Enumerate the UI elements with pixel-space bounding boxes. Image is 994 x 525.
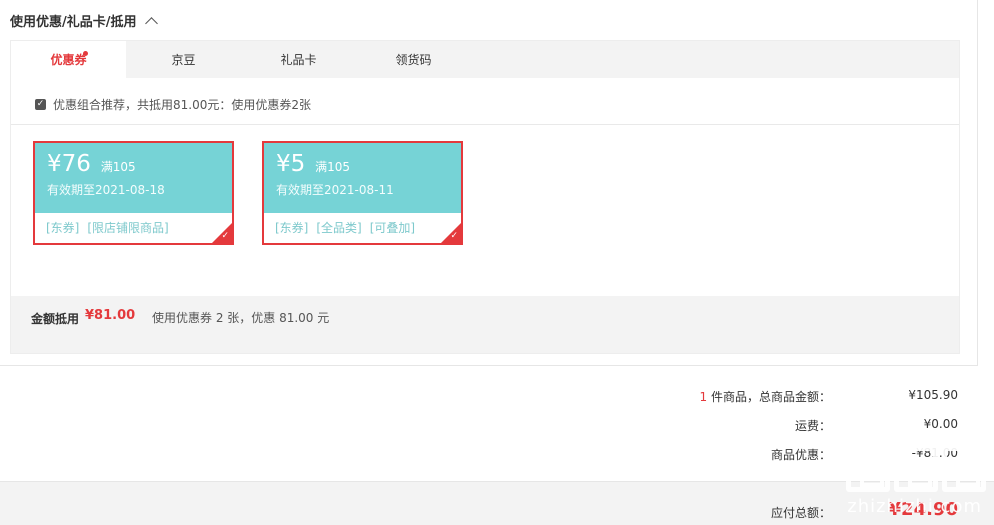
combo-checkbox[interactable]: ✓ xyxy=(35,99,46,110)
coupon-tag: [全品类] xyxy=(316,221,362,235)
coupon-tag: [限店铺限商品] xyxy=(87,221,169,235)
coupon-face: ¥76 满105 有效期至2021-08-18 xyxy=(35,143,232,213)
shipping-label: 运费： xyxy=(794,419,831,433)
shipping-row: 运费： ¥0.00 xyxy=(0,417,994,437)
summary-label: 金额抵用 xyxy=(31,312,80,326)
tab-redeem-code[interactable]: 领货码 xyxy=(356,41,471,79)
coupon-tag: [可叠加] xyxy=(369,221,416,235)
tab-coupons[interactable]: 优惠券 xyxy=(11,41,126,79)
check-icon: ✓ xyxy=(450,231,458,241)
shipping-value: ¥0.00 xyxy=(923,417,958,431)
coupon-condition: 满105 xyxy=(100,160,136,174)
divider xyxy=(11,124,959,125)
tab-bar: 优惠券 京豆 礼品卡 领货码 xyxy=(11,41,959,79)
summary-amount: ¥81.00 xyxy=(85,308,136,323)
coupon-card[interactable]: ¥76 满105 有效期至2021-08-18 [东券] [限店铺限商品] ✓ xyxy=(33,141,234,245)
coupon-panel: 优惠券 京豆 礼品卡 领货码 ✓ 优惠组合推荐，共抵用81.00元：使用优惠券2… xyxy=(10,40,960,354)
coupon-face: ¥5 满105 有效期至2021-08-11 xyxy=(264,143,461,213)
coupon-condition: 满105 xyxy=(315,160,351,174)
tab-gift-card[interactable]: 礼品卡 xyxy=(241,41,356,79)
section-title: 使用优惠/礼品卡/抵用 xyxy=(10,15,137,30)
coupon-tags: [东券] [全品类] [可叠加] xyxy=(264,213,461,242)
check-icon: ✓ xyxy=(221,231,229,241)
combo-text: 优惠组合推荐，共抵用81.00元：使用优惠券2张 xyxy=(53,98,311,112)
tab-jingdou[interactable]: 京豆 xyxy=(126,41,241,79)
items-total-row: 1 件商品，总商品金额： ¥105.90 xyxy=(0,388,994,408)
coupon-validity: 有效期至2021-08-11 xyxy=(276,183,394,197)
coupon-amount: ¥76 xyxy=(47,151,91,177)
payable-bar: 应付总额： ¥24.90 xyxy=(0,481,994,525)
discount-summary: 金额抵用 ¥81.00 使用优惠券 2 张，优惠 81.00 元 xyxy=(11,296,959,353)
coupon-tag: [东券] xyxy=(46,221,80,235)
coupon-section-card: 使用优惠/礼品卡/抵用 优惠券 京豆 礼品卡 领货码 ✓ 优惠组合推荐，共抵用8… xyxy=(0,0,978,366)
discount-label: 商品优惠： xyxy=(770,448,831,462)
coupon-card[interactable]: ¥5 满105 有效期至2021-08-11 [东券] [全品类] [可叠加] … xyxy=(262,141,463,245)
payable-label: 应付总额： xyxy=(770,506,831,520)
combo-recommendation: ✓ 优惠组合推荐，共抵用81.00元：使用优惠券2张 xyxy=(35,96,311,113)
discount-row: 商品优惠： -¥81.00 xyxy=(0,446,994,466)
chevron-up-icon[interactable] xyxy=(144,16,158,30)
items-total-label: 1 件商品，总商品金额： xyxy=(699,390,831,404)
items-total-value: ¥105.90 xyxy=(908,388,958,402)
section-header[interactable]: 使用优惠/礼品卡/抵用 xyxy=(10,11,158,30)
summary-description: 使用优惠券 2 张，优惠 81.00 元 xyxy=(152,311,330,325)
coupon-tags: [东券] [限店铺限商品] xyxy=(35,213,232,242)
coupon-tag: [东券] xyxy=(275,221,309,235)
coupon-validity: 有效期至2021-08-18 xyxy=(47,183,165,197)
notification-dot xyxy=(83,51,88,56)
discount-value: -¥81.00 xyxy=(911,446,958,460)
coupon-amount: ¥5 xyxy=(276,151,306,177)
payable-value: ¥24.90 xyxy=(888,499,958,520)
